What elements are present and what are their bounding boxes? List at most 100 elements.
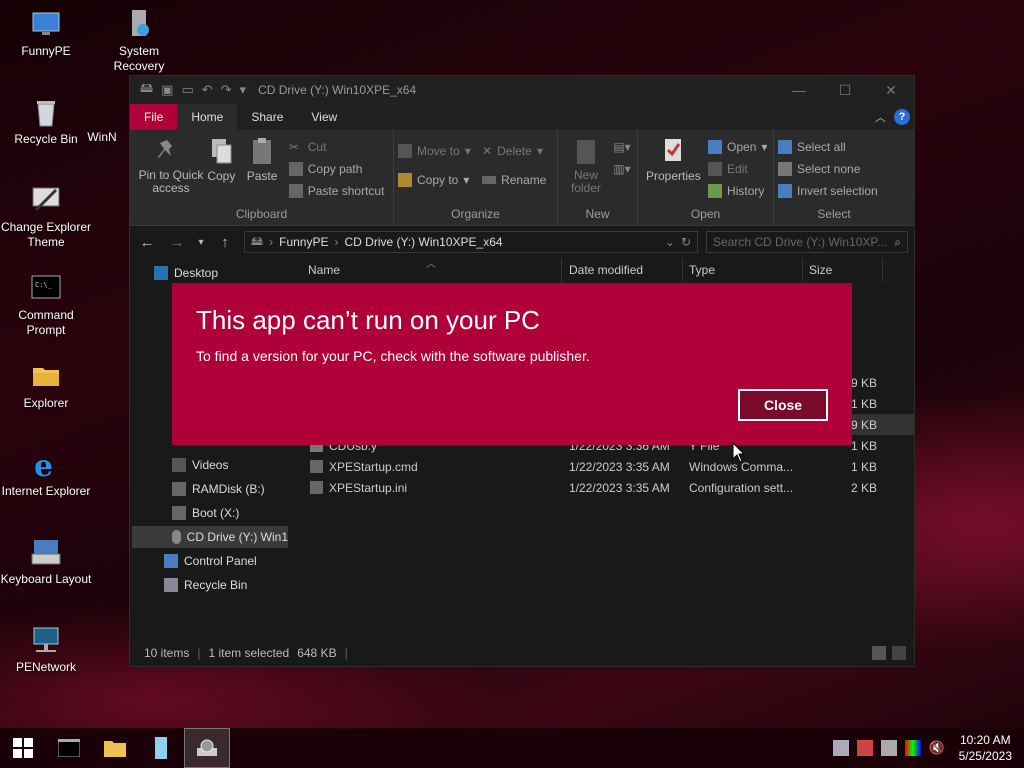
desktop-icon-explorer[interactable]: Explorer	[0, 360, 92, 411]
desktop-icon-label: Change Explorer Theme	[0, 220, 92, 249]
pin-quick-access-button[interactable]: Pin to Quick access	[134, 136, 203, 195]
redo-icon[interactable]: ↷	[221, 82, 232, 98]
new-item-icon[interactable]: ▤▾	[613, 136, 630, 158]
tab-home[interactable]: Home	[177, 104, 238, 130]
invert-selection-button[interactable]: Invert selection	[778, 180, 890, 202]
volume-muted-icon[interactable]: 🔇	[929, 740, 945, 756]
desktop-icon-change-explorer-theme[interactable]: Change Explorer Theme	[0, 184, 92, 250]
desktop-icon-internet-explorer[interactable]: e Internet Explorer	[0, 448, 92, 499]
start-button[interactable]	[0, 728, 46, 768]
breadcrumb-current[interactable]: CD Drive (Y:) Win10XPE_x64	[344, 235, 502, 249]
control-panel-icon	[164, 554, 178, 568]
table-row[interactable]: XPEStartup.ini 1/22/2023 3:35 AM Configu…	[290, 477, 914, 498]
keyboard-tray-icon[interactable]	[880, 740, 897, 756]
search-box[interactable]: Search CD Drive (Y:) Win10XP... ⌕	[706, 231, 908, 253]
close-window-button[interactable]: ✕	[868, 82, 914, 99]
group-organize: Move to ▾ Copy to ▾ ✕ Delete ▾ Rename Organi…	[394, 130, 558, 225]
column-type[interactable]: Type	[689, 263, 715, 277]
collapse-ribbon-icon[interactable]: ︿	[875, 109, 886, 125]
desktop-icon-winn[interactable]: WinN	[72, 130, 132, 145]
close-button[interactable]: Close	[738, 389, 828, 421]
open-button[interactable]: Open ▾	[708, 136, 767, 158]
move-to-button[interactable]: Move to ▾	[398, 136, 471, 165]
group-new: New folder ▤▾ ▥▾ New	[558, 130, 638, 225]
taskbar: 🔇 10:20 AM 5/25/2023	[0, 728, 1024, 768]
recent-locations-chevron-icon[interactable]: ▾	[196, 237, 206, 248]
desktop-icon-funnype[interactable]: FunnyPE	[0, 8, 92, 59]
ini-file-icon	[310, 481, 323, 494]
column-date[interactable]: Date modified	[569, 263, 643, 277]
properties-quick-icon[interactable]: ▣	[161, 82, 173, 98]
taskbar-command-prompt[interactable]	[46, 728, 92, 768]
address-bar[interactable]: 🖴 › FunnyPE › CD Drive (Y:) Win10XPE_x64…	[244, 231, 698, 253]
easy-access-icon[interactable]: ▥▾	[613, 158, 630, 180]
paste-button[interactable]: Paste	[243, 136, 282, 183]
move-to-icon	[398, 143, 412, 158]
taskbar-cd-drive[interactable]	[184, 728, 230, 768]
desktop-icon-keyboard-layout[interactable]: Keyboard Layout	[0, 536, 92, 587]
help-icon[interactable]: ?	[894, 109, 910, 125]
network-tray-icon[interactable]	[832, 740, 849, 756]
minimize-button[interactable]: —	[776, 82, 822, 99]
clock-time: 10:20 AM	[959, 733, 1011, 747]
tab-share[interactable]: Share	[237, 104, 297, 130]
pin-icon	[158, 140, 172, 158]
forward-arrow-icon[interactable]: →	[166, 234, 188, 251]
nav-item-desktop[interactable]: Desktop	[154, 262, 218, 284]
clock-date: 5/25/2023	[958, 749, 1012, 763]
cut-button[interactable]: ✂ Cut	[289, 136, 385, 158]
select-none-icon	[778, 162, 792, 176]
copy-path-button[interactable]: Copy path	[288, 158, 385, 180]
new-folder-button[interactable]: New folder	[562, 136, 610, 195]
edit-button[interactable]: Edit	[708, 158, 767, 180]
back-arrow-icon[interactable]: ←	[136, 234, 158, 251]
maximize-button[interactable]: ☐	[822, 82, 868, 99]
select-all-icon	[778, 140, 792, 154]
nav-item-recycle-bin[interactable]: Recycle Bin	[164, 574, 247, 596]
group-label: Clipboard	[235, 207, 288, 221]
new-folder-quick-icon[interactable]: ▭	[181, 82, 193, 98]
copy-button[interactable]: Copy	[203, 136, 239, 183]
copy-to-button[interactable]: Copy to ▾	[398, 165, 471, 194]
details-view-icon[interactable]	[872, 646, 886, 660]
taskbar-explorer[interactable]	[92, 728, 138, 768]
refresh-icon[interactable]: ↻	[681, 235, 691, 249]
nav-item-control-panel[interactable]: Control Panel	[164, 550, 257, 572]
taskbar-app[interactable]	[138, 728, 184, 768]
column-name[interactable]: Name	[308, 263, 340, 277]
paste-shortcut-button[interactable]: Paste shortcut	[288, 180, 384, 202]
column-size[interactable]: Size	[809, 263, 832, 277]
clock[interactable]: 10:20 AM 5/25/2023	[959, 732, 1012, 764]
nav-item-boot[interactable]: Boot (X:)	[172, 502, 239, 524]
desktop-icon-system-recovery[interactable]: System Recovery	[93, 8, 185, 74]
properties-button[interactable]: Properties	[642, 136, 705, 183]
tab-view[interactable]: View	[297, 104, 351, 130]
monitor-icon	[32, 12, 60, 35]
rename-button[interactable]: Rename	[482, 165, 546, 194]
address-dropdown-icon[interactable]: ⌄	[665, 235, 675, 249]
desktop-icon-penetwork[interactable]: PENetwork	[0, 624, 92, 675]
nav-item-videos[interactable]: Videos	[172, 454, 228, 476]
window-title: CD Drive (Y:) Win10XPE_x64	[258, 83, 417, 97]
desktop-icon-command-prompt[interactable]: C:\_ Command Prompt	[0, 272, 92, 338]
item-count: 10 items	[144, 646, 190, 660]
customize-chevron-icon[interactable]: ▾	[240, 82, 247, 98]
up-arrow-icon[interactable]: ↑	[214, 234, 236, 251]
undo-icon[interactable]: ↶	[202, 82, 213, 98]
select-none-button[interactable]: Select none	[778, 158, 890, 180]
table-row[interactable]: XPEStartup.cmd 1/22/2023 3:35 AM Windows…	[290, 456, 914, 477]
nav-item-cd-drive[interactable]: CD Drive (Y:) Win1	[132, 526, 288, 548]
select-all-button[interactable]: Select all	[778, 136, 890, 158]
status-bar: 10 items | 1 item selected 648 KB |	[130, 640, 914, 666]
delete-button[interactable]: ✕ Delete ▾	[482, 136, 546, 165]
breadcrumb-funnype[interactable]: FunnyPE	[279, 235, 328, 249]
tab-file[interactable]: File	[130, 104, 178, 130]
usb-tray-icon[interactable]	[856, 740, 873, 756]
nav-item-ramdisk[interactable]: RAMDisk (B:)	[172, 478, 265, 500]
history-button[interactable]: History	[708, 180, 767, 202]
error-dialog: This app can’t run on your PC To find a …	[172, 283, 852, 445]
command-prompt-icon: C:\_	[31, 275, 61, 299]
display-tray-icon[interactable]	[904, 740, 921, 756]
large-icons-view-icon[interactable]	[892, 646, 906, 660]
group-label: Organize	[451, 207, 500, 221]
